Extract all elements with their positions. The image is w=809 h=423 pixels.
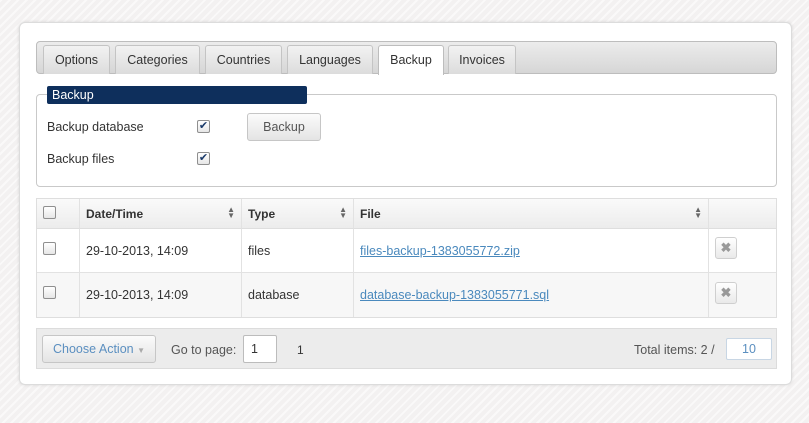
checkmark-icon: ✔ (198, 120, 209, 132)
delete-icon: ✖ (720, 240, 732, 255)
backup-button[interactable]: Backup (247, 113, 321, 141)
tab-bar: Options Categories Countries Languages B… (36, 41, 777, 75)
table-row: 29-10-2013, 14:09 files files-backup-138… (37, 229, 776, 273)
row-datetime-cell: 29-10-2013, 14:09 (80, 229, 242, 272)
delete-button[interactable]: ✖ (715, 237, 737, 259)
tab-countries[interactable]: Countries (205, 45, 282, 74)
header-file[interactable]: File ▲ ▼ (354, 199, 709, 229)
row-type: database (248, 288, 300, 302)
row-datetime-cell: 29-10-2013, 14:09 (80, 273, 242, 317)
tab-options[interactable]: Options (43, 45, 110, 74)
row-select-cell (37, 273, 80, 317)
row-type-cell: database (242, 273, 354, 317)
checkmark-icon: ✔ (198, 152, 209, 164)
row-type: files (248, 244, 271, 258)
delete-button[interactable]: ✖ (715, 282, 737, 304)
current-page-number[interactable]: 1 (297, 343, 304, 357)
column-header-file: File (360, 207, 381, 221)
per-page-select[interactable]: 10 (726, 338, 772, 360)
row-type-cell: files (242, 229, 354, 272)
tab-languages[interactable]: Languages (287, 45, 373, 74)
choose-action-label: Choose Action (52, 342, 134, 356)
backup-table: Date/Time ▲ ▼ Type ▲ ▼ File ▲ ▼ 29-10-2013,… (36, 198, 777, 318)
sort-arrows-icon[interactable]: ▲ ▼ (339, 206, 347, 220)
header-select-cell (37, 199, 80, 229)
backup-legend: Backup (47, 86, 307, 104)
total-items-label: Total items: 2 / (634, 343, 715, 357)
main-panel: Options Categories Countries Languages B… (19, 22, 792, 385)
tab-categories[interactable]: Categories (115, 45, 200, 74)
header-type[interactable]: Type ▲ ▼ (242, 199, 354, 229)
row-datetime: 29-10-2013, 14:09 (86, 244, 189, 258)
sort-arrows-icon[interactable]: ▲ ▼ (694, 206, 702, 220)
caret-down-icon: ▼ (137, 346, 145, 355)
sort-arrows-icon[interactable]: ▲ ▼ (227, 206, 235, 220)
page-input[interactable]: 1 (243, 335, 277, 363)
choose-action-dropdown[interactable]: Choose Action ▼ (42, 335, 156, 363)
select-all-checkbox[interactable] (43, 206, 56, 219)
row-checkbox[interactable] (43, 286, 56, 299)
row-file-cell: database-backup-1383055771.sql (354, 273, 709, 317)
file-link[interactable]: database-backup-1383055771.sql (360, 288, 549, 302)
backup-database-label: Backup database (47, 120, 144, 134)
delete-icon: ✖ (720, 285, 732, 300)
backup-fieldset: Backup Backup database ✔ Backup files ✔ … (36, 86, 777, 187)
row-select-cell (37, 229, 80, 272)
row-checkbox[interactable] (43, 242, 56, 255)
column-header-type: Type (248, 207, 276, 221)
go-to-page-label: Go to page: (171, 343, 237, 357)
tab-backup[interactable]: Backup (378, 45, 444, 75)
row-file-cell: files-backup-1383055772.zip (354, 229, 709, 272)
row-datetime: 29-10-2013, 14:09 (86, 288, 189, 302)
pagination-footer: Choose Action ▼ Go to page: 1 1 Total it… (36, 328, 777, 369)
backup-files-checkbox[interactable]: ✔ (197, 152, 210, 165)
column-header-datetime: Date/Time (86, 207, 144, 221)
file-link[interactable]: files-backup-1383055772.zip (360, 244, 520, 258)
tab-invoices[interactable]: Invoices (448, 45, 516, 74)
header-actions (709, 199, 776, 229)
table-row: 29-10-2013, 14:09 database database-back… (37, 273, 776, 317)
backup-files-label: Backup files (47, 152, 115, 166)
backup-database-checkbox[interactable]: ✔ (197, 120, 210, 133)
header-datetime[interactable]: Date/Time ▲ ▼ (80, 199, 242, 229)
